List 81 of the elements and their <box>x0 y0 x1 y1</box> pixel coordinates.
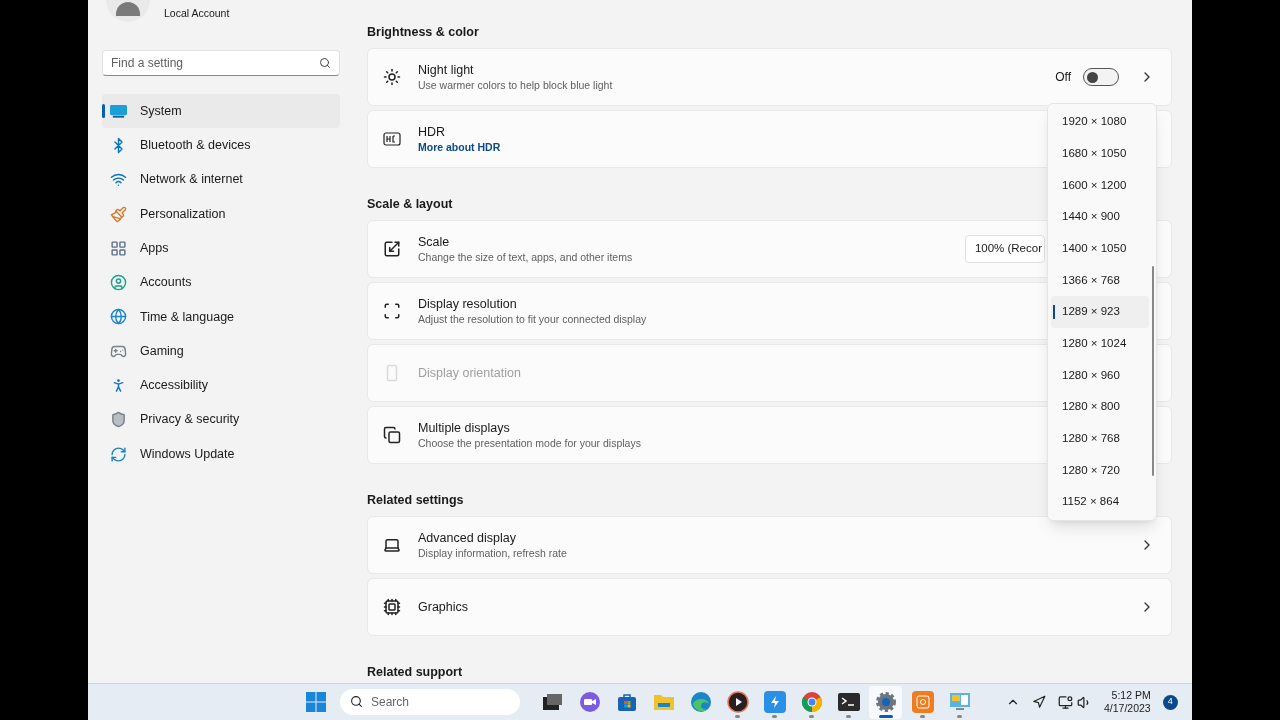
clock-time[interactable]: 5:12 PM <box>1111 689 1151 702</box>
nav-icon <box>110 445 127 463</box>
taskbar-app[interactable] <box>869 685 902 719</box>
setting-row[interactable]: Night light Use warmer colors to help block blue light Off <box>367 48 1172 106</box>
section-heading: Scale & layout <box>367 196 453 212</box>
setting-icon <box>383 426 401 444</box>
toggle-state-label: Off <box>1055 69 1071 86</box>
nav-item[interactable]: System <box>102 94 340 129</box>
resolution-option[interactable]: 1400 × 1050 <box>1051 232 1149 265</box>
setting-description: Use warmer colors to help block blue light <box>418 77 613 93</box>
nav-item[interactable]: Gaming <box>102 334 340 369</box>
nav-item[interactable]: Personalization <box>102 196 340 232</box>
section-heading: Brightness & color <box>367 24 479 40</box>
resolution-option[interactable]: 1600 × 1200 <box>1051 169 1149 202</box>
setting-title: HDR <box>418 123 446 140</box>
notification-badge[interactable]: 4 <box>1162 694 1178 710</box>
browser-wave-icon[interactable] <box>689 691 712 713</box>
setting-icon <box>383 240 401 258</box>
setting-icon <box>383 68 401 86</box>
setting-row[interactable]: Graphics <box>367 578 1172 636</box>
monitor-app-icon[interactable] <box>948 692 971 712</box>
scale-dropdown[interactable]: 100% (Recor <box>964 235 1045 263</box>
nav-icon <box>110 239 127 257</box>
video-chat-icon[interactable] <box>578 692 601 712</box>
clock-date[interactable]: 4/17/2023 <box>1104 702 1151 715</box>
section-heading: Related support <box>367 664 463 680</box>
location-arrow-icon[interactable] <box>1032 695 1046 709</box>
nav-item[interactable]: Accessibility <box>102 368 340 403</box>
nav-icon <box>110 308 127 326</box>
setting-title: Multiple displays <box>418 419 510 436</box>
nav-item[interactable]: Windows Update <box>102 436 340 472</box>
start-icon[interactable] <box>306 692 326 712</box>
resolution-option[interactable]: 1280 × 960 <box>1051 359 1149 392</box>
nav-icon <box>110 411 127 429</box>
network-icon[interactable] <box>1058 694 1073 710</box>
search-icon <box>350 695 363 708</box>
search-icon <box>319 57 331 69</box>
setting-description: Change the size of text, apps, and other items <box>418 249 633 265</box>
setting-icon <box>383 130 401 148</box>
taskbar-search-field[interactable]: Search <box>340 689 520 715</box>
account-type: Local Account <box>164 6 230 21</box>
chrome-icon[interactable] <box>800 691 823 713</box>
setting-description: Choose the presentation mode for your displays <box>418 435 641 451</box>
nav-item[interactable]: Network & internet <box>102 162 340 197</box>
toggle-switch[interactable] <box>1083 68 1119 86</box>
setting-title: Display resolution <box>418 295 517 312</box>
resolution-option[interactable]: 1152 × 864 <box>1051 486 1149 518</box>
nav-item[interactable]: Privacy & security <box>102 402 340 437</box>
nav-icon <box>110 102 127 120</box>
nav-icon <box>110 205 127 223</box>
lightning-app-icon[interactable] <box>763 691 786 713</box>
nav-icon <box>110 274 127 292</box>
gear-icon[interactable] <box>874 691 897 713</box>
task-view-icon[interactable] <box>542 693 563 711</box>
nav-item[interactable]: Bluetooth & devices <box>102 128 340 163</box>
setting-icon <box>383 598 401 616</box>
resolution-option[interactable]: 1289 × 923 <box>1051 296 1149 328</box>
terminal-icon[interactable] <box>837 693 860 711</box>
setting-icon <box>383 536 401 554</box>
setting-title: Night light <box>418 61 474 78</box>
resolution-option[interactable]: 1680 × 1050 <box>1051 137 1149 170</box>
setting-title: Advanced display <box>418 529 516 546</box>
nav-item[interactable]: Apps <box>102 231 340 266</box>
settings-search-field[interactable]: Find a setting <box>102 50 340 76</box>
nav-item[interactable]: Time & language <box>102 299 340 335</box>
setting-title: Display orientation <box>418 365 521 381</box>
more-about-link[interactable]: More about HDR <box>418 139 501 155</box>
setting-title: Graphics <box>418 599 469 615</box>
section-heading: Related settings <box>367 492 464 508</box>
setting-icon <box>383 302 401 320</box>
scrollbar[interactable] <box>1152 266 1154 476</box>
folder-icon[interactable] <box>652 693 675 711</box>
play-button-icon[interactable] <box>726 691 749 713</box>
nav-icon <box>110 171 127 189</box>
setting-title: Scale <box>418 233 450 250</box>
setting-description: Display information, refresh rate <box>418 545 567 561</box>
setting-row[interactable]: Advanced display Display information, refresh rate <box>367 516 1172 574</box>
resolution-option[interactable]: 1280 × 768 <box>1051 422 1149 455</box>
setting-description: Adjust the resolution to fit your connected display <box>418 311 647 327</box>
nav-item[interactable]: Accounts <box>102 265 340 300</box>
store-bag-icon[interactable] <box>616 692 637 712</box>
